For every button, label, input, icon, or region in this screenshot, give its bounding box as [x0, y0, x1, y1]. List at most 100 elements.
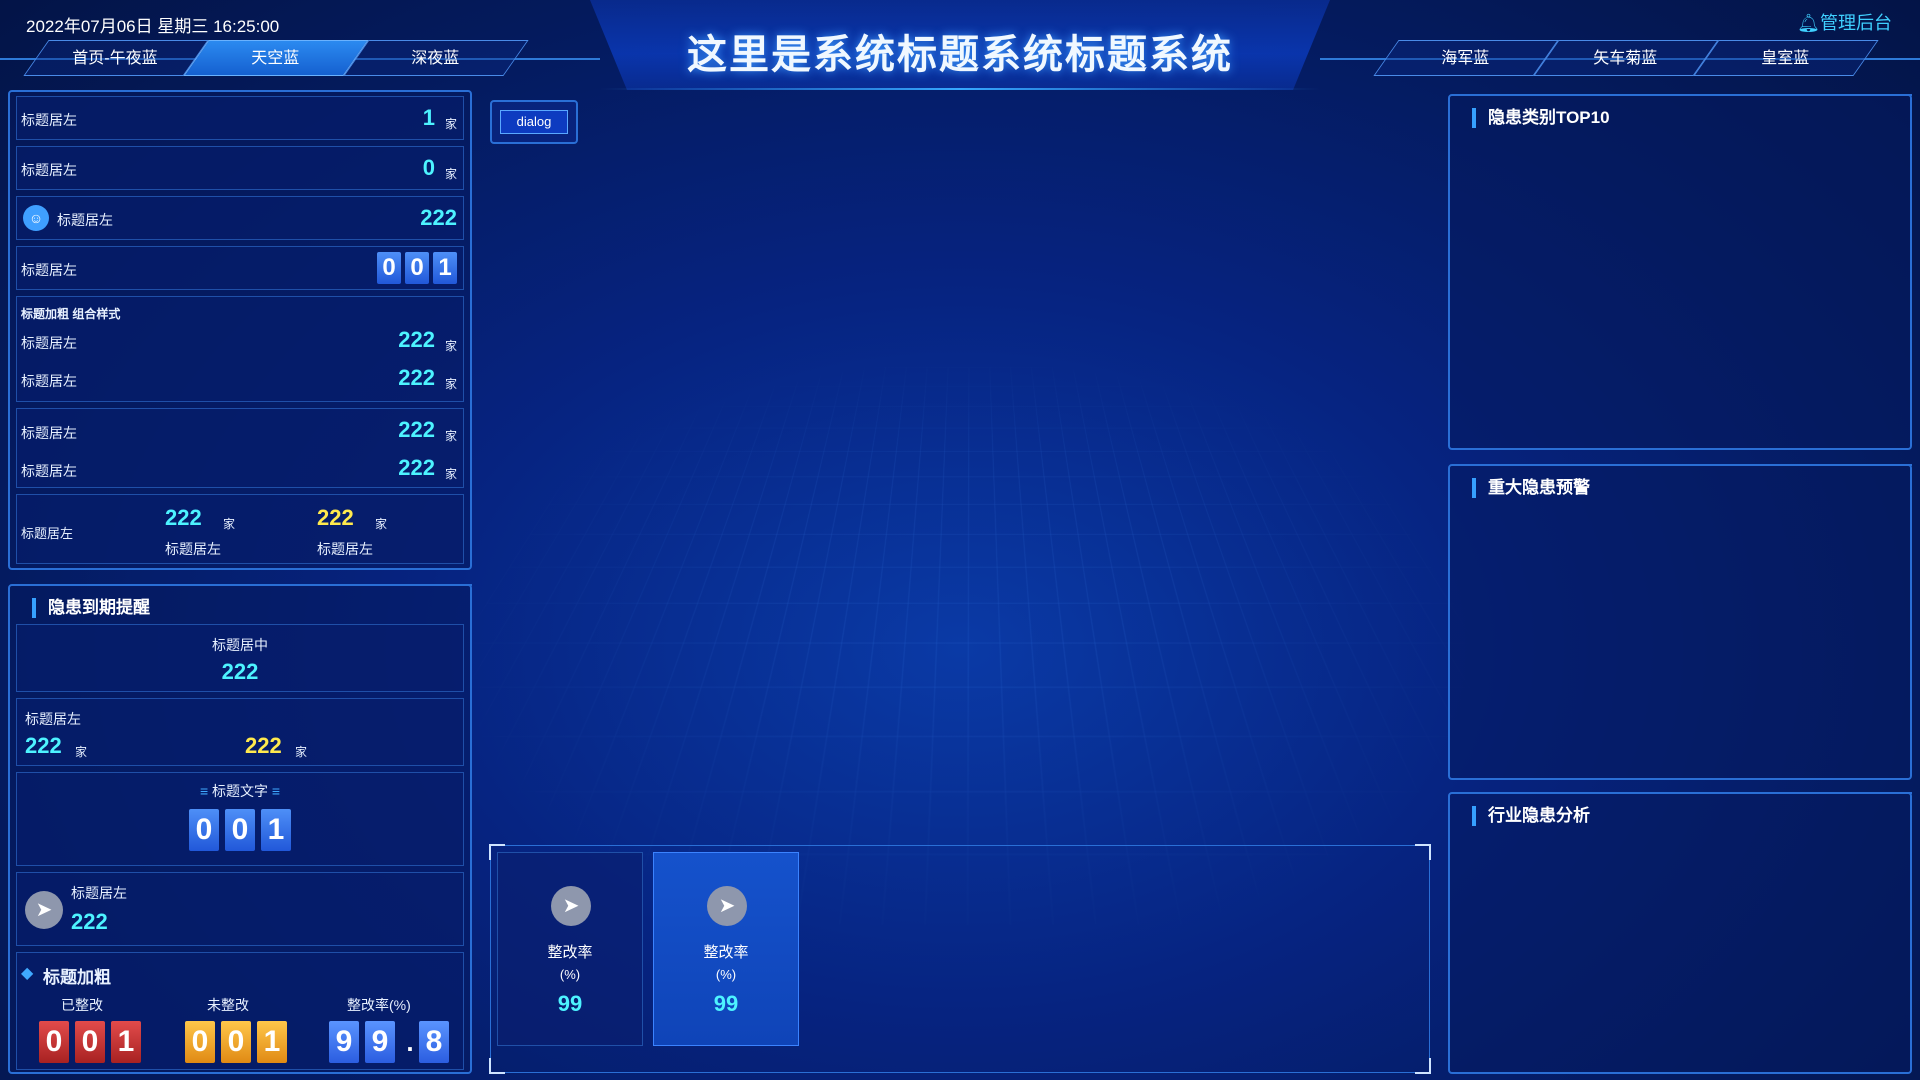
diamond-icon: ◆: [21, 965, 34, 982]
rate-counter: 99.8: [329, 1021, 449, 1063]
rate-card-active[interactable]: ➤ 整改率 (%) 99: [653, 852, 799, 1046]
dash-left-icon: ≡: [199, 783, 209, 799]
row-unit: 家: [444, 117, 457, 131]
digit: 8: [419, 1021, 449, 1063]
corner-mark: [1415, 844, 1431, 860]
dialog-button[interactable]: dialog: [500, 110, 568, 134]
stat-a-caption: 标题居左: [165, 541, 221, 557]
digit-counter: 001: [17, 809, 463, 851]
tab-royal-blue[interactable]: 皇室蓝: [1693, 40, 1879, 76]
digit: 1: [433, 252, 457, 284]
row-value: 222: [398, 455, 435, 480]
user-search-icon: ☺: [23, 205, 49, 231]
row-unit: 家: [444, 467, 457, 481]
section-title: 重大隐患预警: [1472, 478, 1590, 498]
dialog-button-frame: dialog: [490, 100, 578, 144]
card-label: 整改率: [703, 944, 749, 961]
pair-b-value: 222: [245, 733, 282, 758]
stat-row: ☺ 标题居左 222: [16, 196, 464, 240]
datetime: 2022年07月06日 星期三 16:25:00: [26, 17, 280, 36]
box-label: 标题文字: [212, 783, 268, 799]
box-label: 标题居左: [25, 711, 81, 727]
row-unit: 家: [444, 429, 457, 443]
section-title: 隐患到期提醒: [32, 598, 150, 618]
panel-tab-edge: [1670, 464, 1912, 472]
row-value: 222: [398, 417, 435, 442]
digit: 9: [329, 1021, 359, 1063]
left-top-panel: 标题居左 1 家 标题居左 0 家 ☺ 标题居左 222 标题居左 001 标题…: [8, 90, 472, 570]
box-label-wrap: ≡ 标题文字 ≡: [17, 781, 463, 801]
admin-link[interactable]: 🔔︎管理后台: [1797, 9, 1892, 35]
digit: 1: [257, 1021, 287, 1063]
box-label: 标题居中: [212, 637, 268, 653]
col2-label: 未整改: [207, 997, 249, 1013]
tab-cornflower-blue[interactable]: 矢车菊蓝: [1533, 40, 1719, 76]
admin-label: 管理后台: [1820, 13, 1892, 33]
pair-a-unit: 家: [75, 745, 88, 759]
row-value: 222: [398, 327, 435, 352]
row-value: 0: [422, 155, 435, 180]
stat-a-value: 222: [165, 505, 202, 530]
card-unit: (%): [559, 967, 581, 982]
digit: 0: [405, 252, 429, 284]
digit: 0: [377, 252, 401, 284]
stat-row: 标题居左 001: [16, 246, 464, 290]
text-digit-box: ≡ 标题文字 ≡ 001: [16, 772, 464, 866]
tab-deep-blue[interactable]: 深夜蓝: [343, 40, 529, 76]
bell-icon: 🔔︎: [1797, 13, 1820, 33]
paper-plane-icon: ➤: [25, 891, 63, 929]
digit: 0: [185, 1021, 215, 1063]
row-label: 标题居左: [21, 526, 74, 541]
row-unit: 家: [444, 339, 457, 353]
corner-mark: [489, 1058, 505, 1074]
card-value: 99: [557, 991, 583, 1016]
dash-right-icon: ≡: [271, 783, 281, 799]
rectified-counter: 001: [39, 1021, 141, 1063]
stat-row: 标题居左 1 家: [16, 96, 464, 140]
row-label: 标题居左: [21, 373, 77, 389]
header: 2022年07月06日 星期三 16:25:00 这里是系统标题系统标题系统 🔔…: [0, 0, 1920, 90]
paper-plane-icon: ➤: [551, 886, 591, 926]
expiry-reminder-panel: 隐患到期提醒 标题居中 222 标题居左 222 家 222 家 ≡ 标题文字 …: [8, 584, 472, 1074]
center-stat-box: 标题居中 222: [16, 624, 464, 692]
corner-mark: [1415, 1058, 1431, 1074]
stat-b-value: 222: [317, 505, 354, 530]
pair-a-value: 222: [25, 733, 62, 758]
row-label: 标题居左: [21, 425, 77, 441]
row-value: 222: [398, 365, 435, 390]
unrectified-counter: 001: [185, 1021, 287, 1063]
digit-counter: 001: [377, 252, 457, 284]
row-label: 标题居左: [57, 212, 113, 228]
row-unit: 家: [444, 377, 457, 391]
tab-midnight-blue[interactable]: 首页-午夜蓝: [23, 40, 209, 76]
industry-analysis-panel: 行业隐患分析: [1448, 792, 1912, 1074]
card-value: 99: [713, 991, 739, 1016]
box-label: 标题居左: [71, 885, 127, 901]
section-title: 行业隐患分析: [1472, 806, 1590, 826]
group-box: 标题加粗 组合样式 标题居左 222 家 标题居左 222 家: [16, 296, 464, 402]
row-value: 1: [422, 105, 435, 130]
tab-sky-blue[interactable]: 天空蓝: [183, 40, 369, 76]
col1-label: 已整改: [61, 997, 103, 1013]
row-label: 标题居左: [21, 112, 77, 128]
page-title: 这里是系统标题系统标题系统: [687, 33, 1233, 77]
stat-b-caption: 标题居左: [317, 541, 373, 557]
digit: 1: [261, 809, 291, 851]
card-unit: (%): [715, 967, 737, 982]
dual-stat-row: 标题居左 222 家 标题居左 222 家 标题居左: [16, 494, 464, 564]
section-title: 隐患类别TOP10: [1472, 108, 1610, 128]
tab-navy-blue[interactable]: 海军蓝: [1373, 40, 1559, 76]
pair-b-unit: 家: [295, 745, 308, 759]
row-label: 标题居左: [21, 335, 77, 351]
digit: 0: [189, 809, 219, 851]
digit: 0: [225, 809, 255, 851]
row-label: 标题居左: [21, 262, 77, 278]
box-value: 222: [71, 909, 108, 934]
stats-title: 标题加粗: [43, 968, 111, 987]
rate-card[interactable]: ➤ 整改率 (%) 99: [497, 852, 643, 1046]
row-label: 标题居左: [21, 463, 77, 479]
digit: 0: [75, 1021, 105, 1063]
digit: 9: [365, 1021, 395, 1063]
col3-label: 整改率(%): [347, 997, 411, 1013]
panel-tab-edge: [1670, 94, 1912, 102]
